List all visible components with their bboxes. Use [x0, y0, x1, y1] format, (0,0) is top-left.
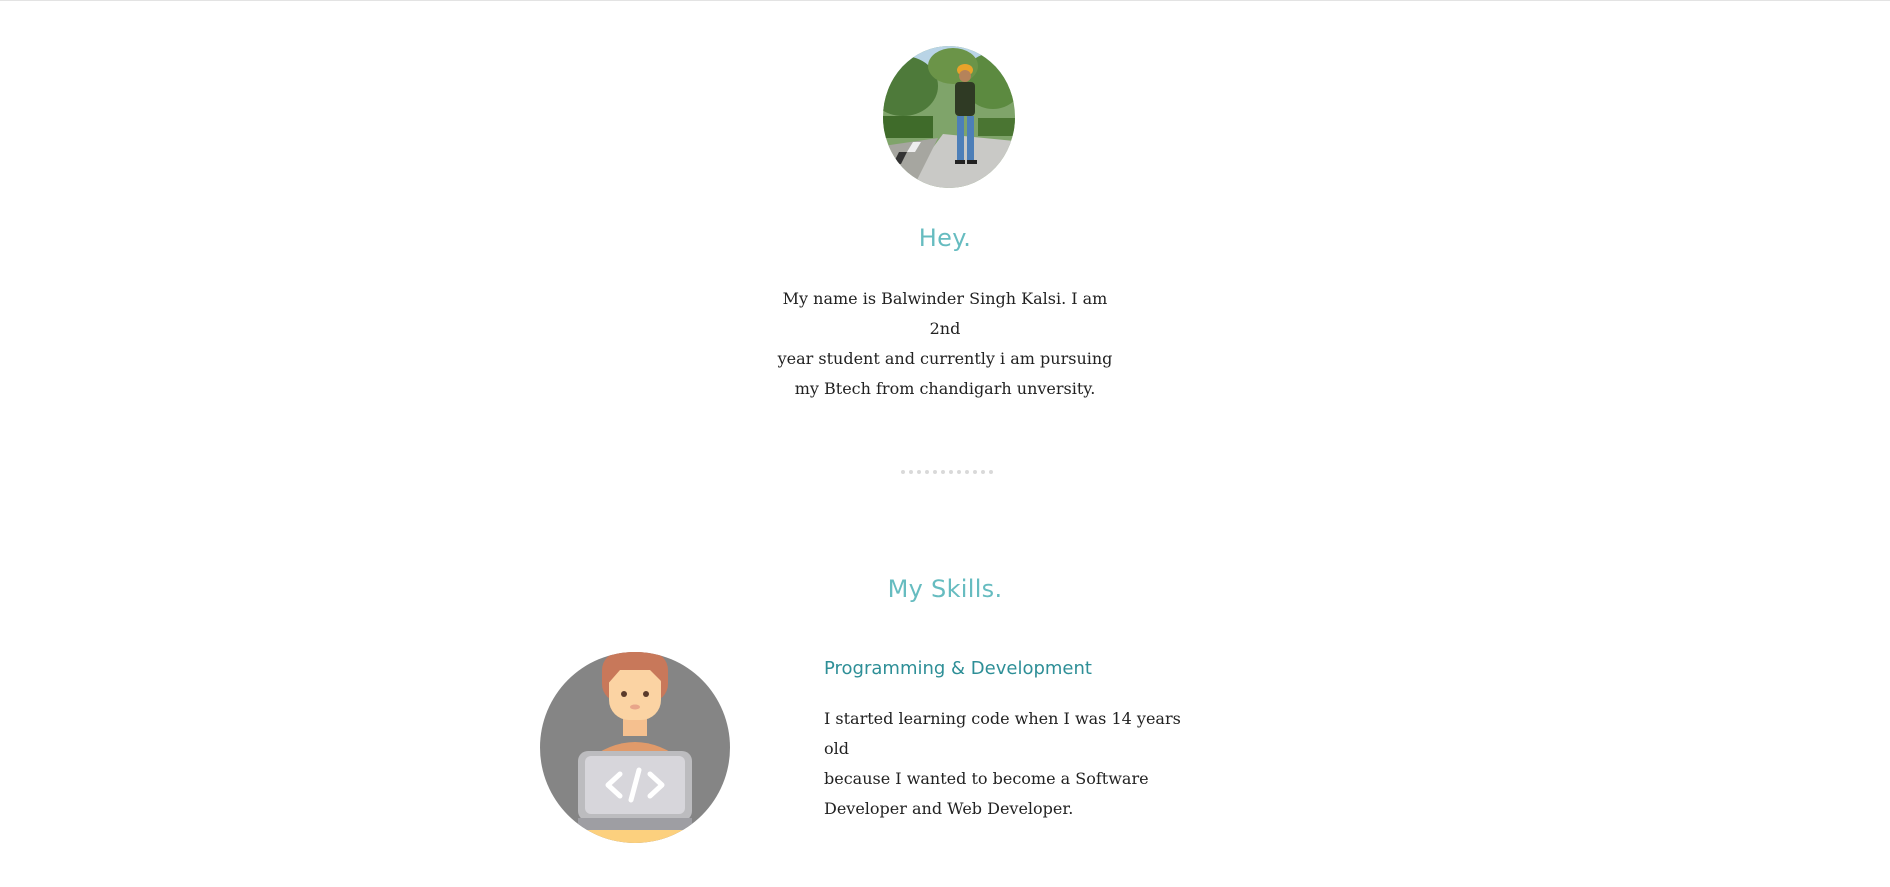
divider-dot	[981, 470, 985, 474]
section-divider	[901, 470, 1001, 476]
top-border	[0, 0, 1890, 1]
about-title: Hey.	[918, 224, 972, 252]
divider-dot	[989, 470, 993, 474]
divider-dot	[933, 470, 937, 474]
divider-dot	[925, 470, 929, 474]
skills-title: My Skills.	[887, 575, 1003, 603]
divider-dot	[909, 470, 913, 474]
skill-description: I started learning code when I was 14 ye…	[824, 704, 1194, 824]
about-line-1: My name is Balwinder Singh Kalsi. I am 2…	[782, 289, 1108, 338]
divider-dot	[957, 470, 961, 474]
skill-line-1: I started learning code when I was 14 ye…	[824, 709, 1181, 758]
portfolio-page: Hey. My name is Balwinder Singh Kalsi. I…	[0, 0, 1890, 887]
divider-dot	[917, 470, 921, 474]
skill-heading: Programming & Development	[824, 658, 1092, 679]
skill-line-2: because I wanted to become a Software	[824, 769, 1149, 788]
developer-laptop-icon	[540, 652, 730, 843]
profile-photo	[883, 46, 1015, 188]
divider-dot	[949, 470, 953, 474]
about-description: My name is Balwinder Singh Kalsi. I am 2…	[775, 284, 1115, 404]
skill-line-3: Developer and Web Developer.	[824, 799, 1074, 818]
divider-dot	[965, 470, 969, 474]
divider-dot	[941, 470, 945, 474]
divider-dot	[901, 470, 905, 474]
about-line-2: year student and currently i am pursuing	[777, 349, 1113, 368]
divider-dot	[973, 470, 977, 474]
about-line-3: my Btech from chandigarh unversity.	[794, 379, 1096, 398]
